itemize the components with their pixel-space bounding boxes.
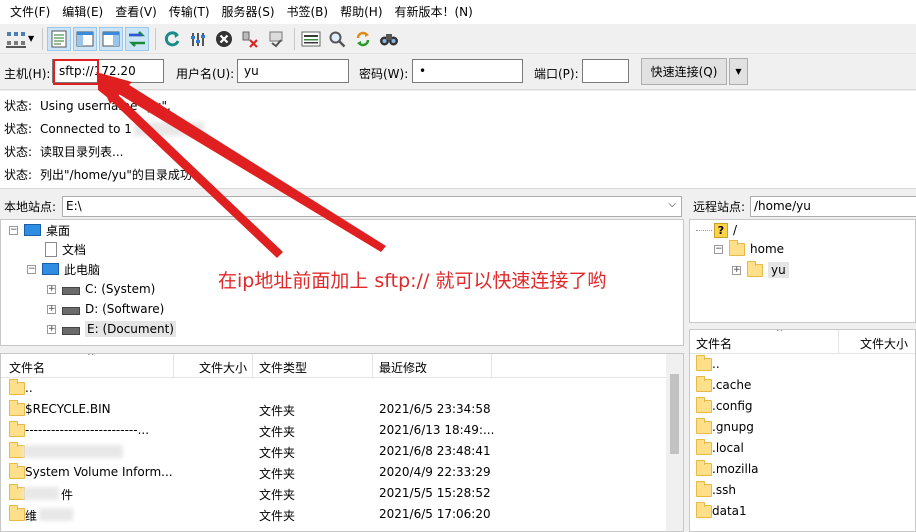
annotation-text: 在ip地址前面加上 sftp:// 就可以快速连接了哟: [218, 270, 607, 292]
annotation-arrow-long: [98, 74, 386, 252]
filezilla-window: 文件(F) 编辑(E) 查看(V) 传输(T) 服务器(S) 书签(B) 帮助(…: [0, 0, 916, 532]
